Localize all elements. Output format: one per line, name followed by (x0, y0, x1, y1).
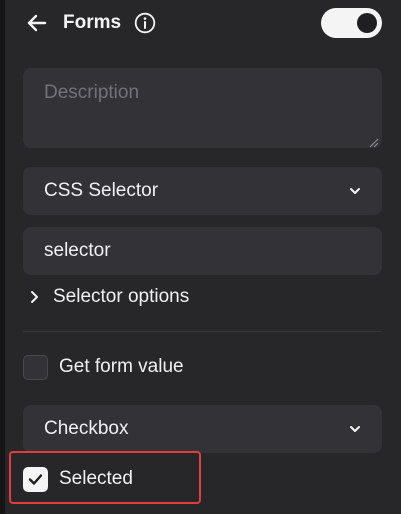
chevron-down-icon (348, 184, 362, 198)
selected-checkbox[interactable] (23, 467, 48, 492)
selector-options-label: Selector options (53, 286, 190, 307)
check-icon (28, 474, 43, 485)
get-form-value-label: Get form value (59, 356, 184, 377)
description-textarea[interactable]: Description (23, 68, 382, 148)
forms-panel: Forms Description CSS Selector selector … (5, 0, 401, 514)
toggle-knob (357, 13, 377, 33)
chevron-right-icon (27, 290, 41, 304)
arrow-left-icon[interactable] (25, 11, 49, 35)
selected-option[interactable]: Selected (23, 467, 193, 493)
selector-options-expander[interactable]: Selector options (23, 284, 273, 310)
panel-header: Forms (5, 0, 401, 48)
selector-type-select[interactable]: CSS Selector (23, 167, 382, 215)
form-type-select[interactable]: Checkbox (23, 405, 382, 453)
section-divider (23, 331, 382, 332)
info-icon[interactable] (134, 12, 156, 34)
description-placeholder: Description (44, 82, 140, 103)
selected-label: Selected (59, 468, 133, 489)
selector-input-value: selector (44, 240, 111, 261)
forms-enable-toggle[interactable] (321, 8, 382, 38)
form-type-value: Checkbox (44, 418, 129, 439)
selector-type-value: CSS Selector (44, 180, 159, 201)
get-form-value-checkbox[interactable] (23, 355, 48, 380)
resize-grip-icon[interactable] (369, 135, 379, 148)
get-form-value-option[interactable]: Get form value (23, 355, 273, 381)
chevron-down-icon (348, 422, 362, 436)
panel-title: Forms (63, 12, 122, 33)
selector-input[interactable]: selector (23, 227, 382, 275)
